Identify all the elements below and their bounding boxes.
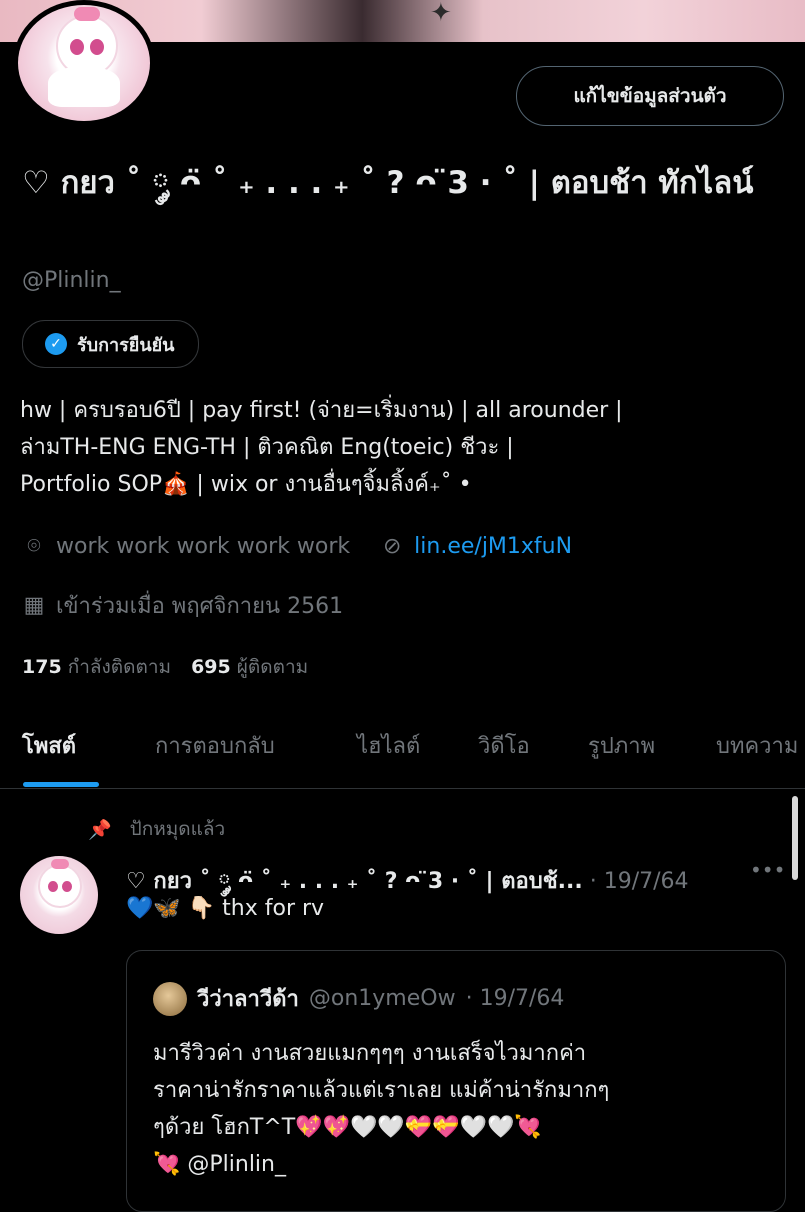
quoted-post-timestamp: · 19/7/64 [465,986,565,1011]
post-author-avatar[interactable] [20,856,98,934]
display-name: ♡ กยว ˚ ༘ ᴖ̈ ˚ ₊ . . . ₊ ˚ ? ᴖ ̈3 ⋅ ˚ | … [22,165,754,201]
pin-icon: 📌 [88,818,112,841]
profile-meta-row: ⌾ work work work work work ⊘ lin.ee/jM1x… [22,534,572,559]
post-author-name[interactable]: ♡ กยว ˚ ༘ ᴖ̈ ˚ ₊ . . . ₊ ˚ ? ᴖ ̈3 ⋅ ˚ | … [126,869,583,894]
quoted-author-name: วีว่าลาวีด้า [197,987,299,1012]
get-verified-label: รับการยืนยัน [77,334,175,356]
followers-label: ผู้ติดตาม [236,656,309,678]
verified-badge-icon: ✓ [45,333,67,355]
quoted-text-line: มารีวิวค่า งานสวยแมกๆๆๆ งานเสร็จไวมากค่า [153,1041,587,1066]
active-tab-indicator [23,782,99,787]
post-text: 💙🦋 👇🏻 thx for rv [126,896,325,921]
pinned-label: ปักหมุดแล้ว [129,818,226,840]
scrollbar[interactable] [792,796,798,880]
bio-line: Portfolio SOP🎪 | wix or งานอื่นๆจิ้มลิ้ง… [20,472,472,497]
follow-counts: 175 กำลังติดตาม 695 ผู้ติดตาม [22,652,308,682]
tab-videos[interactable]: วิดีโอ [478,728,530,763]
post-timestamp[interactable]: · 19/7/64 [590,869,689,894]
quoted-author-handle: @on1ymeOw [308,986,456,1011]
bio-line: ล่ามTH-ENG ENG-TH | ติวคณิต Eng(toeic) ช… [20,435,514,460]
quoted-author-avatar [153,981,187,1016]
tabs-divider [0,788,805,789]
quoted-text-line: ราคาน่ารักราคาแล้วแต่เราเลย แม่ค้าน่ารัก… [153,1078,610,1103]
banner-decoration: ✦ [430,0,452,28]
tab-media[interactable]: รูปภาพ [588,728,655,763]
profile-avatar[interactable] [13,0,155,126]
quoted-text-line: ๆด้วย โฮกT^T💖💖🤍🤍💝💝🤍🤍💘 [153,1115,542,1140]
profile-bio: hw | ครบรอบ6ปี | pay first! (จ่าย=เริ่มง… [20,392,795,503]
profile-tabs: โพสต์ การตอบกลับ ไฮไลต์ วิดีโอ รูปภาพ บท… [0,718,805,788]
tab-highlights[interactable]: ไฮไลต์ [357,728,420,763]
tab-replies[interactable]: การตอบกลับ [155,728,275,763]
edit-profile-button[interactable]: แก้ไขข้อมูลส่วนตัว [516,66,784,126]
bio-line: hw | ครบรอบ6ปี | pay first! (จ่าย=เริ่มง… [20,398,623,423]
pinned-indicator: 📌 ปักหมุดแล้ว [88,814,225,844]
following-link[interactable]: 175 กำลังติดตาม [22,656,171,678]
username-handle: @Plinlin_ [22,268,121,293]
followers-count: 695 [191,656,231,678]
profile-joined-date: เข้าร่วมเมื่อ พฤศจิกายน 2561 [56,594,344,619]
link-icon: ⊘ [382,534,402,559]
calendar-icon: ▦ [23,593,45,618]
followers-link[interactable]: 695 ผู้ติดตาม [191,656,308,678]
quoted-post-text: มารีวิวค่า งานสวยแมกๆๆๆ งานเสร็จไวมากค่า… [153,1035,773,1183]
following-count: 175 [22,656,62,678]
more-options-icon[interactable]: ••• [750,858,785,882]
profile-location: work work work work work [56,534,351,559]
get-verified-button[interactable]: ✓ รับการยืนยัน [22,320,200,368]
location-pin-icon: ⌾ [27,534,41,559]
following-label: กำลังติดตาม [67,656,172,678]
profile-joined-row: ▦ เข้าร่วมเมื่อ พฤศจิกายน 2561 [22,588,343,623]
profile-link[interactable]: lin.ee/jM1xfuN [414,534,572,559]
quoted-post[interactable]: วีว่าลาวีด้า @on1ymeOw · 19/7/64 มารีวิว… [126,950,786,1212]
quoted-post-header: วีว่าลาวีด้า @on1ymeOw · 19/7/64 [153,981,564,1016]
tab-articles[interactable]: บทความ [716,728,798,763]
quoted-text-line: 💘 @Plinlin_ [153,1152,286,1177]
tab-posts[interactable]: โพสต์ [22,728,76,763]
